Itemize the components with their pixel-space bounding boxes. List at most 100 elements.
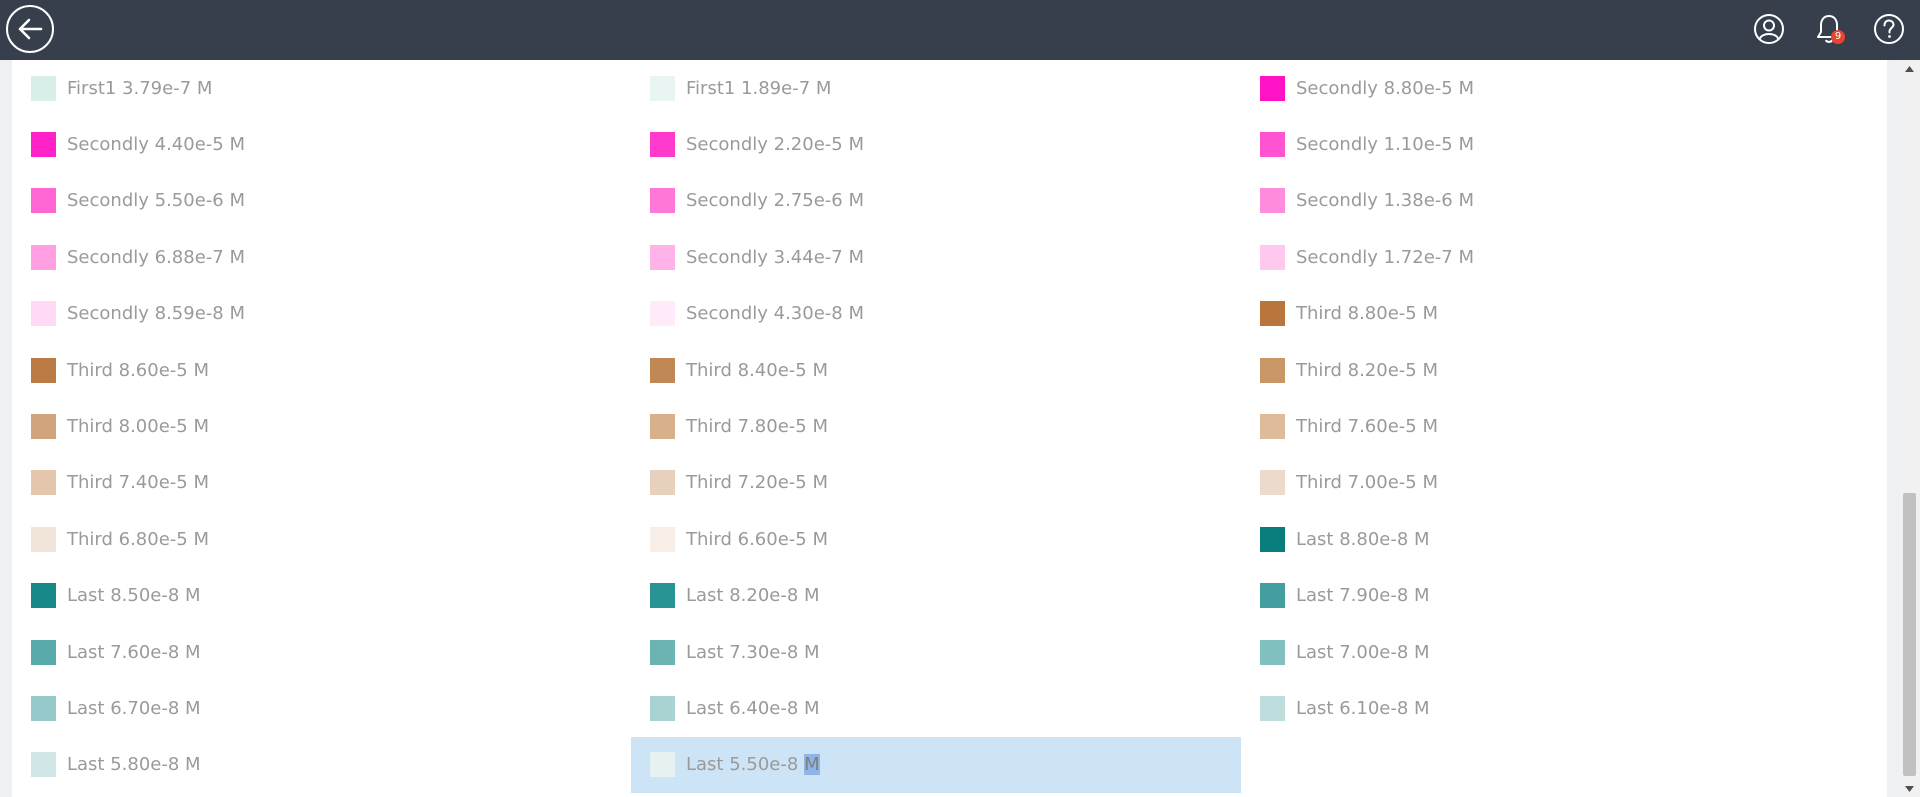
legend-item-text: Third 8.40e-5 M xyxy=(686,359,828,381)
legend-item[interactable]: Third 8.40e-5 M xyxy=(631,342,1241,398)
legend-item[interactable]: Third 6.60e-5 M xyxy=(631,511,1241,567)
legend-item-text: Third 7.60e-5 M xyxy=(1296,415,1438,437)
scrollbar-thumb[interactable] xyxy=(1903,493,1916,776)
legend-color-swatch xyxy=(31,639,56,665)
help-icon xyxy=(1874,14,1904,44)
legend-item[interactable]: First1 1.89e-7 M xyxy=(631,60,1241,116)
legend-item[interactable]: Third 7.20e-5 M xyxy=(631,455,1241,511)
legend-item[interactable]: Secondly 1.10e-5 M xyxy=(1241,116,1851,172)
legend-item[interactable]: Last 7.30e-8 M xyxy=(631,624,1241,680)
legend-color-swatch xyxy=(650,695,675,721)
legend-color-swatch xyxy=(1260,639,1285,665)
legend-item-text: Last 8.50e-8 M xyxy=(67,585,201,607)
legend-item-text: Last 8.80e-8 M xyxy=(1296,528,1430,550)
legend-item-text: Third 8.80e-5 M xyxy=(1296,303,1438,325)
legend-item-text: Third 6.60e-5 M xyxy=(686,528,828,550)
legend-item[interactable]: Third 7.80e-5 M xyxy=(631,398,1241,454)
legend-item-label: Last 7.30e-8 M xyxy=(686,642,820,663)
legend-item[interactable]: Last 7.60e-8 M xyxy=(12,624,622,680)
legend-color-swatch xyxy=(1260,301,1285,327)
scroll-down-button[interactable] xyxy=(1899,780,1920,797)
legend-color-swatch xyxy=(650,470,675,496)
legend-item-label: Third 8.00e-5 M xyxy=(67,416,209,437)
legend-color-swatch xyxy=(650,526,675,552)
back-button[interactable] xyxy=(6,5,54,53)
legend-item-text: Third 7.00e-5 M xyxy=(1296,472,1438,494)
legend-item-text: Last 6.10e-8 M xyxy=(1296,697,1430,719)
legend-color-swatch xyxy=(650,131,675,157)
legend-item[interactable]: Last 7.00e-8 M xyxy=(1241,624,1851,680)
legend-item[interactable]: Secondly 6.88e-7 M xyxy=(12,229,622,285)
legend-item[interactable]: Last 8.80e-8 M xyxy=(1241,511,1851,567)
legend-item[interactable]: Last 5.50e-8 M xyxy=(631,736,1241,793)
legend-item[interactable]: Secondly 8.59e-8 M xyxy=(12,286,622,342)
legend-item-label: Third 8.80e-5 M xyxy=(1296,303,1438,324)
legend-item-text: Secondly 3.44e-7 M xyxy=(686,246,864,268)
legend-item[interactable]: Last 6.40e-8 M xyxy=(631,680,1241,736)
legend-item[interactable]: Secondly 2.20e-5 M xyxy=(631,116,1241,172)
legend-item[interactable]: Third 7.60e-5 M xyxy=(1241,398,1851,454)
legend-item[interactable]: Last 7.90e-8 M xyxy=(1241,568,1851,624)
vertical-scrollbar[interactable] xyxy=(1899,60,1920,797)
legend-item[interactable]: Last 6.70e-8 M xyxy=(12,680,622,736)
legend-item-text: Third 6.80e-5 M xyxy=(67,528,209,550)
legend-item[interactable]: First1 3.79e-7 M xyxy=(12,60,622,116)
legend-item-text: Secondly 4.40e-5 M xyxy=(67,133,245,155)
scroll-down-arrow-icon xyxy=(1905,785,1914,792)
legend-item[interactable]: Secondly 2.75e-6 M xyxy=(631,173,1241,229)
legend-item[interactable]: Third 8.20e-5 M xyxy=(1241,342,1851,398)
legend-color-swatch xyxy=(31,357,56,383)
legend-item[interactable]: Secondly 4.30e-8 M xyxy=(631,286,1241,342)
legend-color-swatch xyxy=(1260,526,1285,552)
legend-item[interactable]: Last 8.20e-8 M xyxy=(631,568,1241,624)
legend-item-label: Third 8.60e-5 M xyxy=(67,360,209,381)
scroll-up-button[interactable] xyxy=(1899,60,1920,77)
legend-color-swatch xyxy=(650,752,675,778)
legend-item[interactable]: Last 5.80e-8 M xyxy=(12,737,622,793)
legend-color-swatch xyxy=(1260,131,1285,157)
legend-item-label: Third 8.40e-5 M xyxy=(686,360,828,381)
legend-item[interactable]: Last 8.50e-8 M xyxy=(12,568,622,624)
legend-item[interactable]: Last 6.10e-8 M xyxy=(1241,680,1851,736)
legend-item[interactable]: Secondly 4.40e-5 M xyxy=(12,116,622,172)
legend-item-text: Third 7.20e-5 M xyxy=(686,472,828,494)
legend-item-label: Third 7.80e-5 M xyxy=(686,416,828,437)
legend-item[interactable]: Third 8.00e-5 M xyxy=(12,398,622,454)
legend-item-text: Secondly 4.30e-8 M xyxy=(686,303,864,325)
legend-item-text: First1 1.89e-7 M xyxy=(686,77,832,99)
legend-item[interactable]: Secondly 8.80e-5 M xyxy=(1241,60,1851,116)
legend-item-text: Secondly 1.72e-7 M xyxy=(1296,246,1474,268)
selected-text-highlight: M xyxy=(804,754,820,776)
legend-item[interactable]: Third 8.80e-5 M xyxy=(1241,286,1851,342)
scroll-up-arrow-icon xyxy=(1905,65,1914,72)
legend-item-label: Last 7.60e-8 M xyxy=(67,642,201,663)
legend-item-label: Secondly 1.72e-7 M xyxy=(1296,247,1474,268)
legend-color-swatch xyxy=(1260,695,1285,721)
legend-color-swatch xyxy=(650,413,675,439)
legend-item-label: Last 8.80e-8 M xyxy=(1296,529,1430,550)
legend-item-label: Last 7.00e-8 M xyxy=(1296,642,1430,663)
legend-item[interactable]: Secondly 1.38e-6 M xyxy=(1241,173,1851,229)
user-profile-button[interactable] xyxy=(1753,13,1785,45)
legend-item-label: Third 6.60e-5 M xyxy=(686,529,828,550)
legend-color-swatch xyxy=(31,526,56,552)
legend-color-swatch xyxy=(650,244,675,270)
back-arrow-icon xyxy=(18,18,43,40)
legend-item[interactable]: Secondly 5.50e-6 M xyxy=(12,173,622,229)
legend-item-text: Last 5.50e-8 xyxy=(686,754,799,776)
legend-item[interactable]: Third 7.00e-5 M xyxy=(1241,455,1851,511)
legend-item-text: Secondly 2.75e-6 M xyxy=(686,190,864,212)
legend-color-swatch xyxy=(1260,583,1285,609)
legend-color-swatch xyxy=(31,583,56,609)
legend-item[interactable]: Secondly 3.44e-7 M xyxy=(631,229,1241,285)
legend-item[interactable]: Third 8.60e-5 M xyxy=(12,342,622,398)
help-button[interactable] xyxy=(1873,13,1905,45)
notifications-button[interactable]: 9 xyxy=(1813,13,1845,45)
legend-color-swatch xyxy=(31,413,56,439)
legend-item[interactable]: Third 6.80e-5 M xyxy=(12,511,622,567)
legend-item[interactable]: Secondly 1.72e-7 M xyxy=(1241,229,1851,285)
legend-item-text: Last 7.30e-8 M xyxy=(686,641,820,663)
legend-item[interactable]: Third 7.40e-5 M xyxy=(12,455,622,511)
legend-color-swatch xyxy=(650,75,675,101)
legend-item-text: Last 7.00e-8 M xyxy=(1296,641,1430,663)
